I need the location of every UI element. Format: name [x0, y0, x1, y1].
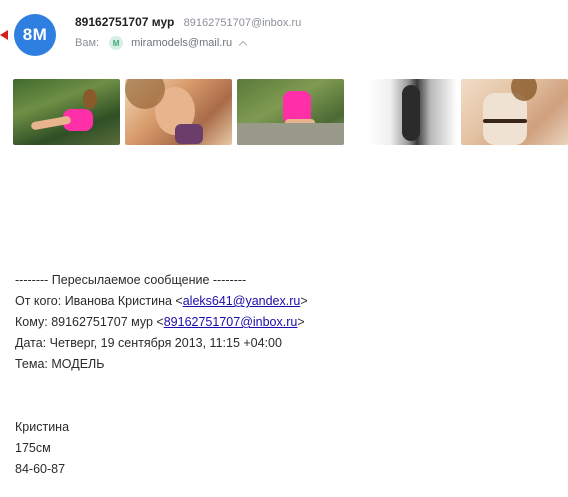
chevron-up-icon[interactable] — [238, 40, 248, 50]
to-prefix: Вам: — [75, 37, 100, 49]
forward-from-label: От кого: — [15, 294, 62, 308]
message-line-measurements: 84-60-87 — [15, 462, 66, 476]
attachment-photo-3[interactable] — [237, 79, 344, 145]
forward-to-label: Кому: — [15, 315, 48, 329]
sender-avatar-initials: 8M — [22, 25, 48, 44]
forward-subject-value: МОДЕЛЬ — [51, 357, 105, 371]
from-line: 89162751707 мур 89162751707@inbox.ru — [75, 14, 301, 31]
sender-name[interactable]: 89162751707 мур — [75, 15, 174, 29]
forward-to-email-link[interactable]: 89162751707@inbox.ru — [164, 315, 298, 329]
attachment-photo-4[interactable] — [368, 79, 457, 145]
forward-date-value: Четверг, 19 сентября 2013, 11:15 +04:00 — [49, 336, 282, 350]
recipient-avatar-icon: M — [109, 36, 124, 50]
forward-subject: Тема: МОДЕЛЬ — [15, 354, 308, 375]
email-view: 8M 89162751707 мур 89162751707@inbox.ru … — [0, 0, 568, 497]
flag-marker-icon[interactable] — [0, 30, 8, 40]
forward-separator: -------- Пересылаемое сообщение -------- — [15, 273, 247, 287]
forward-to: Кому: 89162751707 мур <89162751707@inbox… — [15, 315, 305, 329]
to-line: Вам: M miramodels@mail.ru — [75, 36, 301, 50]
message-body: -------- Пересылаемое сообщение --------… — [15, 270, 308, 480]
forward-date-label: Дата: — [15, 336, 47, 350]
attachment-photo-2[interactable] — [125, 79, 232, 145]
forward-from-email-link[interactable]: aleks641@yandex.ru — [183, 294, 301, 308]
attachment-photo-1[interactable] — [13, 79, 120, 145]
message-line-height: 175см — [15, 441, 51, 455]
forward-from: От кого: Иванова Кристина <aleks641@yand… — [15, 294, 308, 308]
forward-from-name: Иванова Кристина — [64, 294, 172, 308]
forward-date: Дата: Четверг, 19 сентября 2013, 11:15 +… — [15, 333, 308, 354]
sender-email[interactable]: 89162751707@inbox.ru — [184, 17, 302, 29]
sender-avatar[interactable]: 8M — [14, 14, 56, 56]
attachment-photo-5[interactable] — [461, 79, 568, 145]
recipient-email[interactable]: miramodels@mail.ru — [131, 37, 232, 49]
message-header: 89162751707 мур 89162751707@inbox.ru Вам… — [75, 14, 301, 50]
message-line-name: Кристина — [15, 420, 70, 434]
forward-to-name: 89162751707 мур — [51, 315, 153, 329]
forward-subject-label: Тема: — [15, 357, 48, 371]
